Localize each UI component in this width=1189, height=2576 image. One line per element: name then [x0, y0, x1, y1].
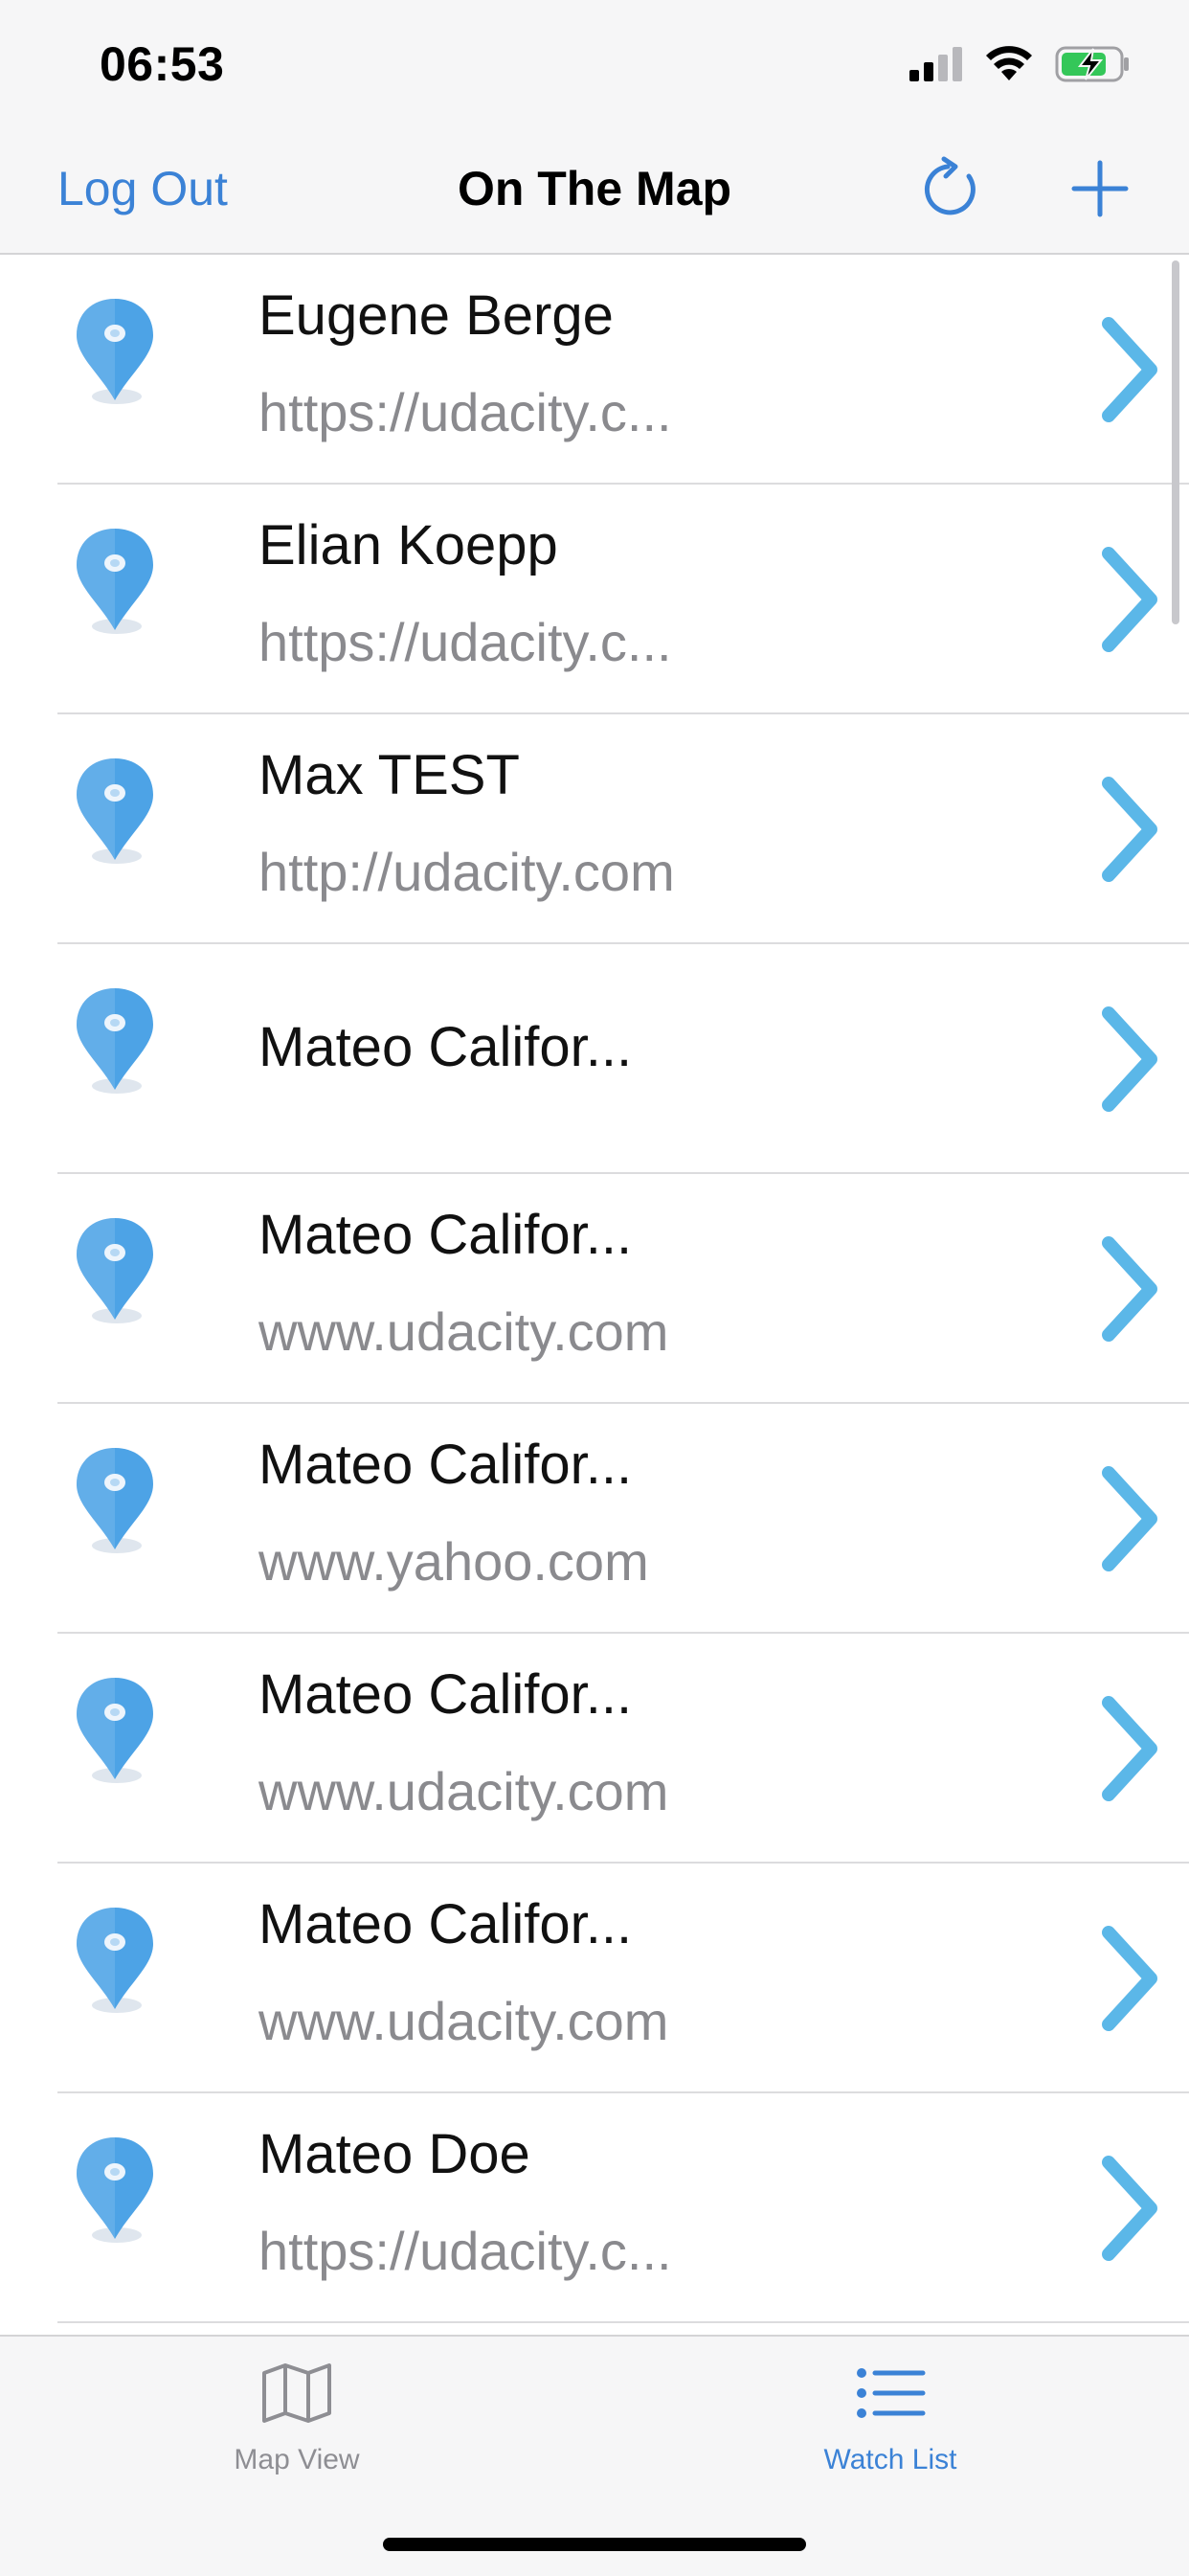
- list-item-subtitle: https://udacity.c...: [258, 382, 672, 442]
- list-item[interactable]: Mateo Califor... www.udacity.com: [0, 1174, 1189, 1404]
- map-pin-icon: [77, 988, 153, 1094]
- list-item-subtitle: https://udacity.c...: [258, 612, 672, 672]
- tab-label: Map View: [234, 2444, 360, 2475]
- list-item-title: Mateo Califor...: [258, 1663, 633, 1726]
- chevron-right-icon: [1102, 317, 1157, 422]
- map-pin-icon: [77, 1218, 153, 1323]
- list-item-subtitle: http://udacity.com: [258, 842, 675, 902]
- map-pin-icon: [77, 529, 153, 634]
- chevron-right-icon: [1102, 1236, 1157, 1342]
- chevron-right-icon: [1102, 777, 1157, 882]
- list-item-subtitle: www.yahoo.com: [258, 1531, 649, 1592]
- chevron-right-icon: [1102, 1466, 1157, 1571]
- plus-icon[interactable]: [1068, 157, 1132, 220]
- map-pin-icon: [77, 1908, 153, 2013]
- page-title: On The Map: [457, 162, 732, 215]
- tab-label: Watch List: [823, 2444, 957, 2475]
- list-item-title: Elian Koepp: [258, 514, 558, 576]
- map-pin-icon: [77, 1448, 153, 1553]
- list-item-subtitle: https://udacity.c...: [258, 2221, 672, 2281]
- cellular-signal-icon: [909, 47, 962, 81]
- status-icons: [908, 42, 1132, 86]
- scroll-indicator[interactable]: [1172, 260, 1179, 624]
- list-item-title: Mateo Doe: [258, 2123, 530, 2185]
- student-list: Eugene Berge https://udacity.c... Elian Ko…: [0, 255, 1189, 2323]
- chevron-right-icon: [1102, 2156, 1157, 2261]
- map-icon: [262, 2363, 331, 2423]
- map-pin-icon: [77, 758, 153, 864]
- refresh-icon[interactable]: [919, 155, 986, 222]
- list-item[interactable]: Mateo Califor... www.udacity.com: [0, 1864, 1189, 2093]
- list-item-subtitle: www.udacity.com: [258, 1761, 669, 1821]
- chevron-right-icon: [1102, 547, 1157, 652]
- list-item-title: Max TEST: [258, 744, 520, 806]
- list-item-subtitle: www.udacity.com: [258, 1991, 669, 2051]
- wifi-icon: [986, 46, 1032, 80]
- chevron-right-icon: [1102, 1696, 1157, 1801]
- list-item-title: Mateo Califor...: [258, 1204, 633, 1266]
- battery-charging-icon: [1055, 46, 1129, 82]
- list-item[interactable]: Mateo Califor... www.yahoo.com: [0, 1404, 1189, 1634]
- chevron-right-icon: [1102, 1926, 1157, 2031]
- list-item[interactable]: Mateo Doe https://udacity.c...: [0, 2093, 1189, 2323]
- list-item-title: Mateo Califor...: [258, 1893, 633, 1955]
- tab-map-view[interactable]: Map View: [153, 2360, 440, 2476]
- map-pin-icon: [77, 299, 153, 404]
- list-item-subtitle: www.udacity.com: [258, 1301, 669, 1362]
- list-item[interactable]: Eugene Berge https://udacity.c...: [0, 255, 1189, 485]
- list-item[interactable]: Mateo Califor... www.udacity.com: [0, 1634, 1189, 1864]
- list-item-title: Eugene Berge: [258, 284, 614, 347]
- chevron-right-icon: [1102, 1006, 1157, 1112]
- list-item-title: Mateo Califor...: [258, 1434, 633, 1496]
- list-item[interactable]: Elian Koepp https://udacity.c...: [0, 485, 1189, 714]
- list-item[interactable]: Mateo Califor...: [0, 944, 1189, 1174]
- tab-watch-list[interactable]: Watch List: [747, 2360, 1034, 2476]
- navigation-bar: Log Out On The Map: [0, 126, 1189, 255]
- map-pin-icon: [77, 2137, 153, 2243]
- home-indicator: [383, 2538, 806, 2551]
- list-item-title: Mateo Califor...: [258, 1016, 633, 1078]
- map-pin-icon: [77, 1678, 153, 1783]
- status-bar: 06:53: [0, 0, 1189, 126]
- status-time: 06:53: [100, 37, 225, 91]
- list-item[interactable]: Max TEST http://udacity.com: [0, 714, 1189, 944]
- list-icon: [857, 2368, 926, 2418]
